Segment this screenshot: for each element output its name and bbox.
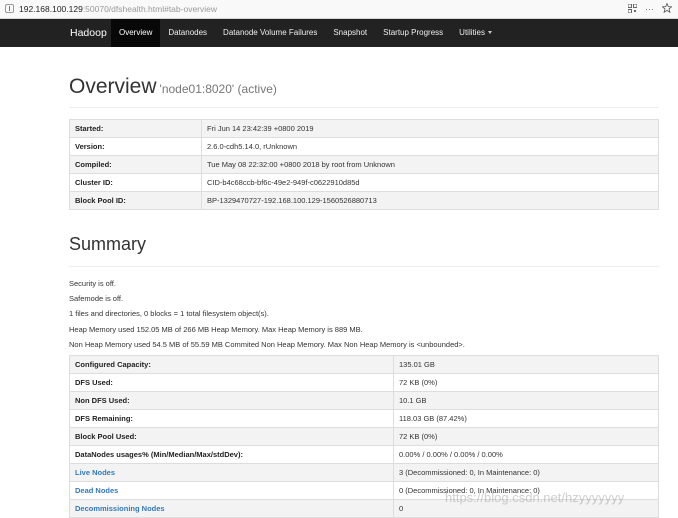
bookmark-star-icon[interactable] <box>661 2 673 15</box>
heap-memory: Heap Memory used 152.05 MB of 266 MB Hea… <box>69 324 363 334</box>
summary-status-lines: Security is off. Safemode is off. 1 file… <box>69 276 465 352</box>
row-key: DFS Remaining: <box>69 409 394 428</box>
nav-item-datanode-volume-failures[interactable]: Datanode Volume Failures <box>215 19 325 47</box>
table-row: Block Pool Used: 72 KB (0%) <box>69 427 659 446</box>
row-value: 2.6.0-cdh5.14.0, rUnknown <box>201 137 659 156</box>
row-value: 72 KB (0%) <box>393 373 659 392</box>
overview-subtitle: 'node01:8020' (active) <box>159 82 277 96</box>
nav-item-utilities[interactable]: Utilities <box>451 19 500 47</box>
top-navbar: Hadoop Overview Datanodes Datanode Volum… <box>0 19 678 47</box>
brand-logo[interactable]: Hadoop <box>70 19 107 47</box>
row-key: Version: <box>69 137 202 156</box>
overview-header: Overview'node01:8020' (active) <box>69 75 659 108</box>
nav-item-snapshot[interactable]: Snapshot <box>325 19 375 47</box>
table-row: Live Nodes 3 (Decommissioned: 0, In Maint… <box>69 463 659 482</box>
watermark: https://blog.csdn.net/hzyyyyyyy <box>445 490 625 505</box>
table-row: DFS Used: 72 KB (0%) <box>69 373 659 392</box>
row-value: 72 KB (0%) <box>393 427 659 446</box>
summary-title: Summary <box>69 234 147 254</box>
nav-item-datanodes[interactable]: Datanodes <box>160 19 215 47</box>
nav-item-overview[interactable]: Overview <box>111 19 161 47</box>
row-value: 0.00% / 0.00% / 0.00% / 0.00% <box>393 445 659 464</box>
row-value: 10.1 GB <box>393 391 659 410</box>
row-key: Configured Capacity: <box>69 355 394 374</box>
table-row: Cluster ID: CID-b4c68ccb-bf6c-49e2-949f-c… <box>69 173 659 192</box>
table-row: Configured Capacity: 135.01 GB <box>69 355 659 374</box>
table-row: Non DFS Used: 10.1 GB <box>69 391 659 410</box>
live-nodes-link[interactable]: Live Nodes <box>75 468 115 477</box>
row-key: Live Nodes <box>69 463 394 482</box>
caret-down-icon <box>487 31 492 35</box>
safemode-status: Safemode is off. <box>69 294 124 304</box>
row-value: BP-1329470727-192.168.100.129-1560526880… <box>201 191 659 210</box>
table-row: Version: 2.6.0-cdh5.14.0, rUnknown <box>69 137 659 156</box>
row-value: 135.01 GB <box>393 355 659 374</box>
url-path: :50070/dfshealth.html#tab-overview <box>82 4 218 14</box>
nav-item-startup-progress[interactable]: Startup Progress <box>375 19 451 47</box>
summary-header: Summary <box>69 234 659 267</box>
more-actions-icon[interactable]: ··· <box>645 4 654 14</box>
row-key: Block Pool Used: <box>69 427 394 446</box>
row-key: Decommissioning Nodes <box>69 499 394 518</box>
table-row: DFS Remaining: 118.03 GB (87.42%) <box>69 409 659 428</box>
non-heap-memory: Non Heap Memory used 54.5 MB of 55.59 MB… <box>69 339 465 349</box>
row-key: DFS Used: <box>69 373 394 392</box>
qr-code-icon[interactable] <box>627 3 638 15</box>
row-value: 118.03 GB (87.42%) <box>393 409 659 428</box>
url-host: 192.168.100.129 <box>19 4 83 14</box>
table-row: Block Pool ID: BP-1329470727-192.168.100.… <box>69 191 659 210</box>
row-value: Tue May 08 22:32:00 +0800 2018 by root f… <box>201 155 659 174</box>
page-info-icon[interactable] <box>5 4 14 13</box>
browser-address-bar[interactable]: 192.168.100.129:50070/dfshealth.html#tab… <box>0 0 678 19</box>
row-key: Cluster ID: <box>69 173 202 192</box>
filesystem-objects: 1 files and directories, 0 blocks = 1 to… <box>69 309 269 319</box>
row-key: Started: <box>69 119 202 138</box>
decommissioning-nodes-link[interactable]: Decommissioning Nodes <box>75 504 165 513</box>
row-key: Compiled: <box>69 155 202 174</box>
row-key: Block Pool ID: <box>69 191 202 210</box>
security-status: Security is off. <box>69 279 116 288</box>
row-value: CID-b4c68ccb-bf6c-49e2-949f-c0622910d85d <box>201 173 659 192</box>
row-key: DataNodes usages% (Min/Median/Max/stdDev… <box>69 445 394 464</box>
url-text[interactable]: 192.168.100.129:50070/dfshealth.html#tab… <box>19 4 217 14</box>
table-row: Started: Fri Jun 14 23:42:39 +0800 2019 <box>69 119 659 138</box>
overview-table: Started: Fri Jun 14 23:42:39 +0800 2019 V… <box>69 119 659 210</box>
table-row: DataNodes usages% (Min/Median/Max/stdDev… <box>69 445 659 464</box>
dead-nodes-link[interactable]: Dead Nodes <box>75 486 118 495</box>
overview-title: Overview'node01:8020' (active) <box>69 75 277 98</box>
nav-menu: Overview Datanodes Datanode Volume Failu… <box>111 19 500 47</box>
row-value: 3 (Decommissioned: 0, In Maintenance: 0) <box>393 463 659 482</box>
row-key: Non DFS Used: <box>69 391 394 410</box>
row-value: Fri Jun 14 23:42:39 +0800 2019 <box>201 119 659 138</box>
table-row: Compiled: Tue May 08 22:32:00 +0800 2018 … <box>69 155 659 174</box>
row-key: Dead Nodes <box>69 481 394 500</box>
